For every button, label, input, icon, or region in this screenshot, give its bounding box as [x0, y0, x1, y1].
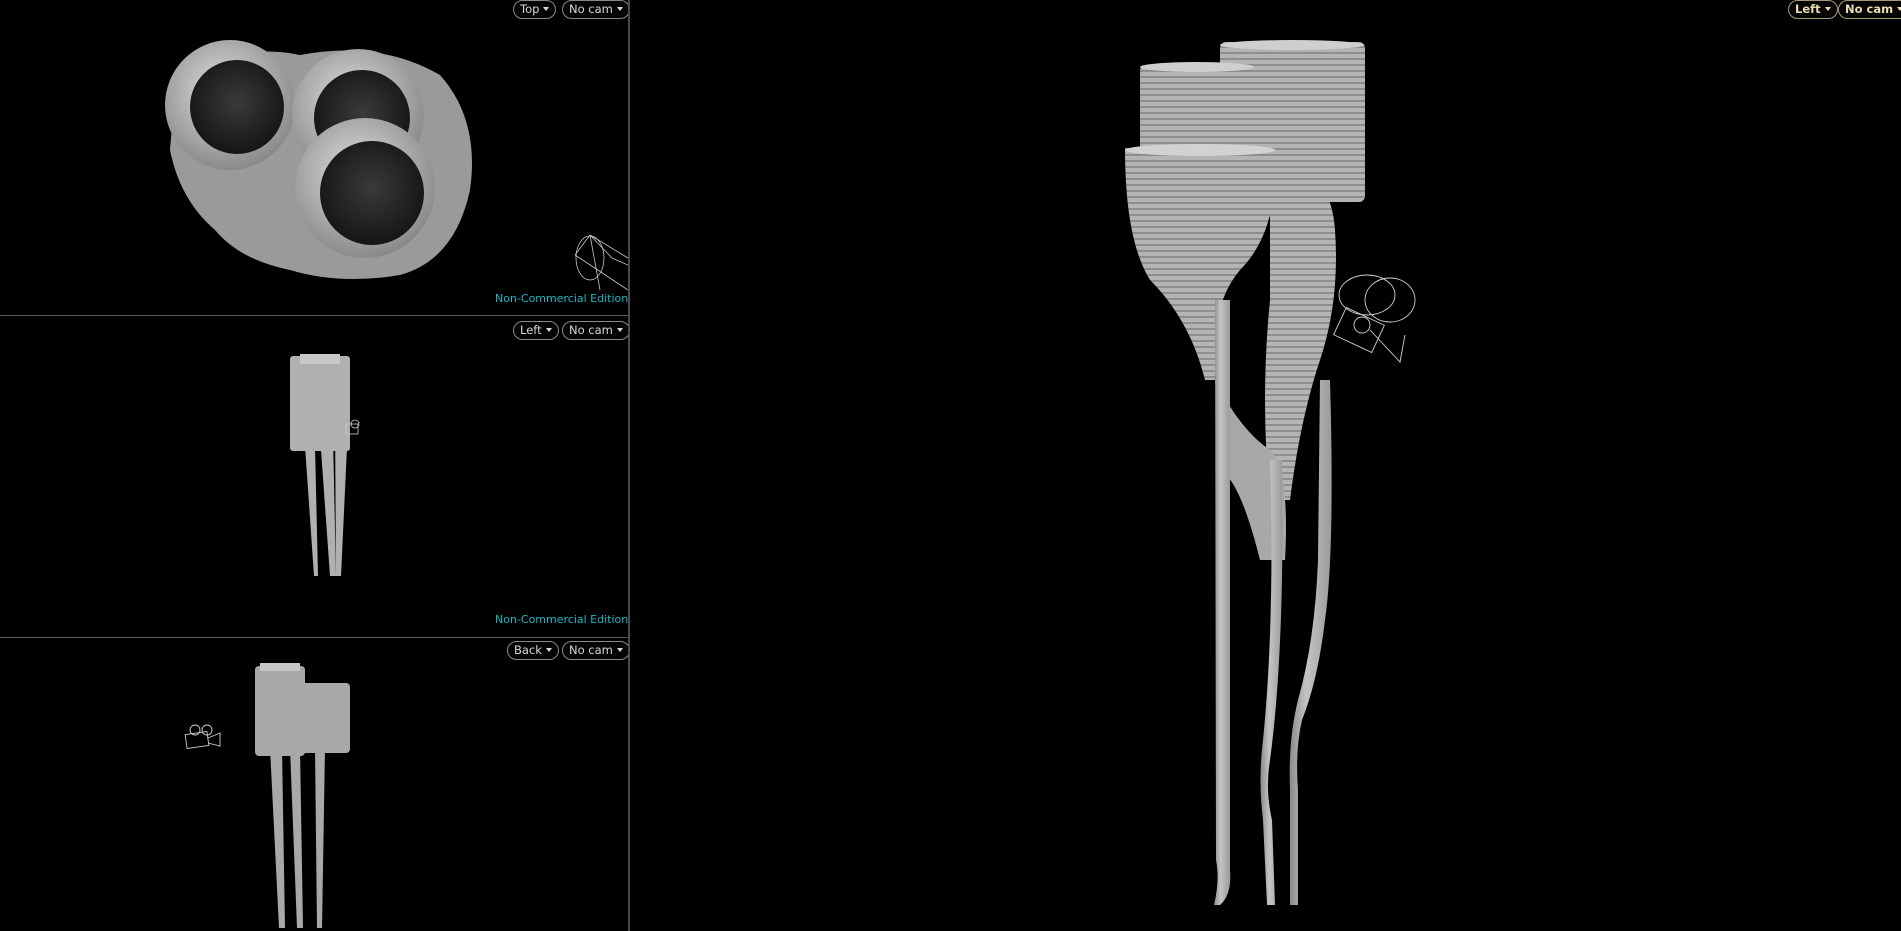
camera-dropdown-label: No cam — [1845, 2, 1894, 16]
viewport-back[interactable]: Back No cam — [0, 638, 628, 931]
back-view-model — [184, 663, 350, 928]
camera-gizmo-icon[interactable] — [184, 724, 221, 749]
view-dropdown-label: Top — [520, 2, 540, 16]
chevron-down-icon — [616, 327, 623, 332]
view-dropdown-label: Left — [520, 323, 542, 337]
view-dropdown-main[interactable]: Left — [1788, 0, 1838, 19]
model-ring-1 — [165, 40, 295, 170]
light-gizmo-icon[interactable] — [574, 234, 628, 291]
camera-gizmo-icon[interactable] — [1333, 274, 1416, 363]
camera-dropdown-top[interactable]: No cam — [562, 0, 628, 19]
camera-dropdown-label: No cam — [569, 323, 613, 337]
view-dropdown-left[interactable]: Left — [513, 321, 559, 340]
main-view-model — [1125, 40, 1416, 905]
view-dropdown-top[interactable]: Top — [513, 0, 557, 19]
chevron-down-icon — [616, 6, 623, 11]
view-dropdown-label: Back — [514, 643, 542, 657]
model-front-tower — [1125, 144, 1276, 380]
camera-dropdown-label: No cam — [569, 643, 613, 657]
non-commercial-watermark: Non-Commercial Edition — [495, 613, 628, 626]
model-ring-3 — [295, 118, 435, 258]
chevron-down-icon — [543, 6, 550, 11]
camera-dropdown-main[interactable]: No cam — [1838, 0, 1901, 19]
chevron-down-icon — [1897, 6, 1901, 11]
chevron-down-icon — [545, 327, 552, 332]
viewport-top[interactable]: Top No cam Non-Commercial Edition — [0, 0, 628, 315]
camera-dropdown-left[interactable]: No cam — [562, 321, 628, 340]
left-view-model — [290, 354, 360, 576]
view-dropdown-back[interactable]: Back — [507, 641, 559, 660]
chevron-down-icon — [545, 647, 552, 652]
chevron-down-icon — [616, 647, 623, 652]
non-commercial-watermark: Non-Commercial Edition — [495, 292, 628, 305]
camera-dropdown-label: No cam — [569, 2, 613, 16]
top-view-model — [165, 40, 628, 291]
camera-dropdown-back[interactable]: No cam — [562, 641, 628, 660]
viewport-main[interactable]: Left No cam — [630, 0, 1901, 931]
view-dropdown-label: Left — [1795, 2, 1821, 16]
chevron-down-icon — [1824, 6, 1831, 11]
viewport-left-small[interactable]: Left No cam Non-Commercial Edition — [0, 316, 628, 637]
